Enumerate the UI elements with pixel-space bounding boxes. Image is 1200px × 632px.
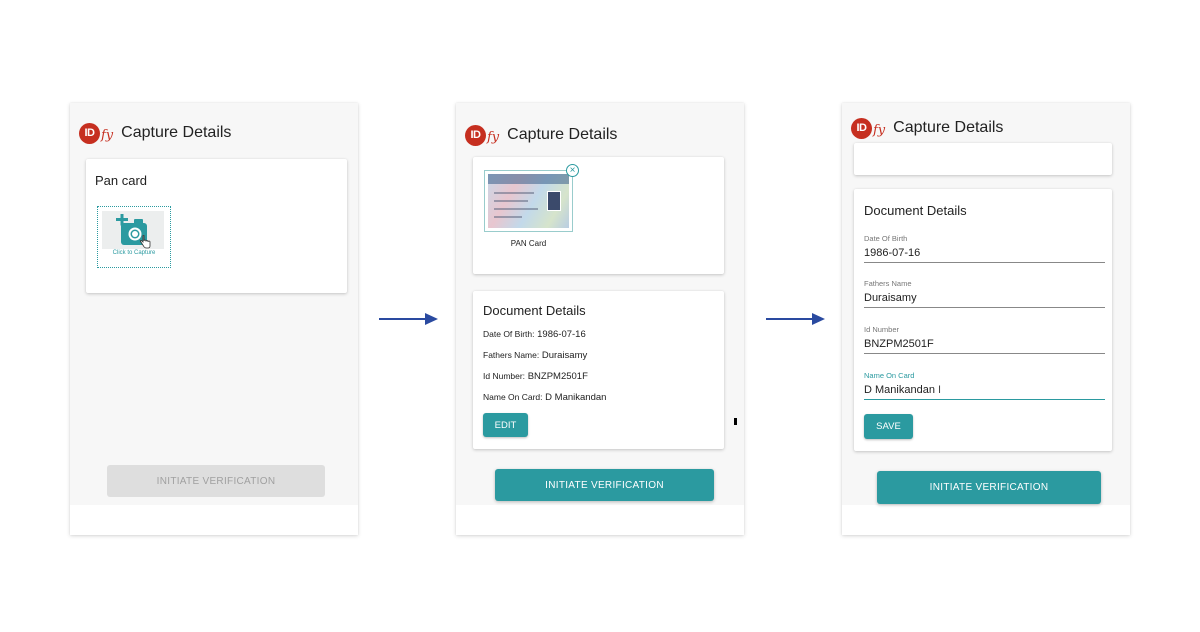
id-number-input[interactable]: BNZPM2501F — [864, 338, 1105, 354]
field-label: Fathers Name — [864, 279, 912, 288]
capture-preview-area — [102, 211, 164, 249]
detail-row-fathers-name: Fathers Name: Duraisamy — [483, 350, 588, 361]
capture-button[interactable]: Click to Capture — [97, 206, 171, 268]
captured-image-card: × PAN Card — [473, 157, 724, 274]
dob-input[interactable]: 1986-07-16 — [864, 247, 1105, 263]
captured-image-card — [854, 143, 1112, 175]
stray-mark — [734, 418, 737, 425]
logo-suffix: fy — [487, 130, 500, 145]
idfy-logo: ID fy — [465, 124, 500, 146]
idfy-logo: ID fy — [79, 122, 114, 144]
fathers-name-input[interactable]: Duraisamy — [864, 292, 1105, 308]
document-details-card: Document Details Date Of Birth: 1986-07-… — [473, 291, 724, 449]
idfy-logo: ID fy — [851, 117, 886, 139]
detail-row-id-number: Id Number: BNZPM2501F — [483, 371, 588, 382]
arrow-right-icon — [766, 313, 825, 325]
document-details-edit-card: Document Details Date Of Birth 1986-07-1… — [854, 189, 1112, 451]
pan-card-capture-card: Pan card Click to Capture — [86, 159, 347, 293]
screen-document-details: ID fy Capture Details × PAN Card Documen… — [456, 103, 744, 535]
fathers-name-field[interactable]: Fathers Name Duraisamy — [864, 279, 1105, 308]
capture-label: Click to Capture — [112, 250, 156, 256]
detail-row-dob: Date Of Birth: 1986-07-16 — [483, 329, 586, 340]
logo-suffix: fy — [101, 128, 114, 143]
page-title: Capture Details — [121, 124, 232, 141]
field-label: Id Number — [864, 325, 900, 334]
field-label: Name On Card — [864, 371, 915, 380]
dob-field[interactable]: Date Of Birth 1986-07-16 — [864, 234, 1105, 263]
document-details-title: Document Details — [864, 203, 967, 218]
close-icon[interactable]: × — [566, 164, 579, 177]
logo-suffix: fy — [873, 123, 886, 138]
arrow-right-icon — [379, 313, 438, 325]
screen-capture: ID fy Capture Details Pan card Click to … — [70, 103, 358, 535]
detail-row-name-on-card: Name On Card: D Manikandan — [483, 392, 607, 403]
initiate-verification-button[interactable]: INITIATE VERIFICATION — [877, 471, 1101, 504]
thumbnail-caption: PAN Card — [510, 239, 547, 248]
id-number-field[interactable]: Id Number BNZPM2501F — [864, 325, 1105, 354]
text-cursor-icon: I — [937, 384, 941, 396]
page-title: Capture Details — [507, 126, 618, 143]
app-header: ID fy Capture Details — [851, 116, 1003, 140]
save-button[interactable]: SAVE — [864, 414, 913, 439]
edit-button[interactable]: EDIT — [483, 413, 528, 437]
pan-card-image — [488, 174, 569, 228]
name-on-card-field[interactable]: Name On Card D Manikandan I — [864, 371, 1105, 400]
initiate-verification-button[interactable]: INITIATE VERIFICATION — [107, 465, 325, 497]
app-header: ID fy Capture Details — [465, 123, 617, 147]
app-header: ID fy Capture Details — [79, 121, 231, 145]
field-label: Date Of Birth — [864, 234, 908, 243]
screen-edit-details: ID fy Capture Details Document Details D… — [842, 103, 1130, 535]
card-label: Pan card — [95, 173, 148, 188]
hand-pointer-icon — [139, 235, 151, 249]
initiate-verification-button[interactable]: INITIATE VERIFICATION — [495, 469, 714, 501]
page-title: Capture Details — [893, 119, 1004, 136]
name-on-card-input[interactable]: D Manikandan I — [864, 384, 1105, 400]
document-details-title: Document Details — [483, 303, 586, 318]
pan-card-thumbnail[interactable] — [484, 170, 573, 232]
logo-mark: ID — [851, 117, 872, 139]
logo-mark: ID — [465, 124, 486, 146]
logo-mark: ID — [79, 122, 100, 144]
